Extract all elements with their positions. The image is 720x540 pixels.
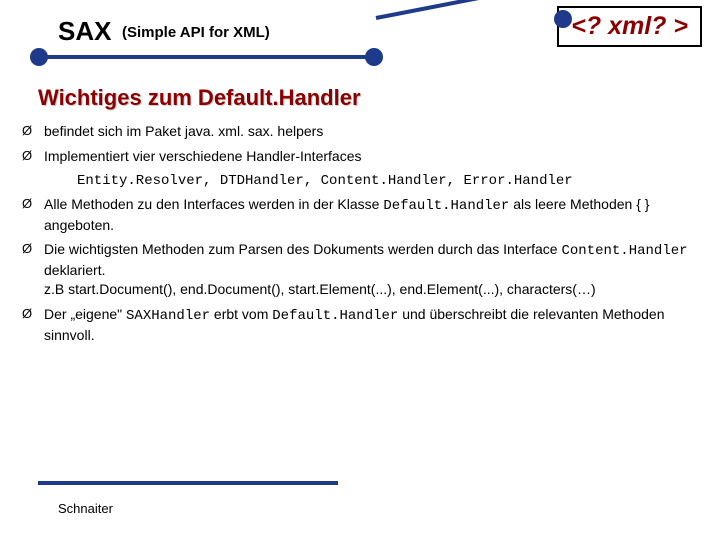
list-item: Ø Alle Methoden zu den Interfaces werden… [22, 195, 702, 235]
bullet-text: befindet sich im Paket java. xml. sax. h… [44, 122, 702, 141]
decor-dot-icon [365, 48, 383, 66]
bullet-icon: Ø [22, 240, 44, 299]
bullet-text: Alle Methoden zu den Interfaces werden i… [44, 195, 702, 235]
list-item: Ø Die wichtigsten Methoden zum Parsen de… [22, 240, 702, 299]
decor-line [38, 481, 338, 485]
text-span: Die wichtigsten Methoden zum Parsen des … [44, 241, 562, 257]
bullet-subtext: Entity.Resolver, DTDHandler, Content.Han… [77, 172, 702, 191]
decor-dot-icon [554, 10, 572, 28]
title-sub: (Simple API for XML) [122, 24, 270, 41]
slide-body: Ø befindet sich im Paket java. xml. sax.… [22, 122, 702, 351]
bullet-icon: Ø [22, 147, 44, 166]
code-span: Default.Handler [383, 198, 509, 214]
slide-header: SAX (Simple API for XML) <? xml? > [0, 0, 720, 75]
bullet-icon: Ø [22, 195, 44, 235]
text-span: erbt vom [210, 306, 272, 322]
text-span: z.B start.Document(), end.Document(), st… [44, 281, 596, 297]
bullet-icon: Ø [22, 122, 44, 141]
bullet-text: Implementiert vier verschiedene Handler-… [44, 147, 702, 166]
xml-badge: <? xml? > [557, 6, 702, 47]
list-item: Ø befindet sich im Paket java. xml. sax.… [22, 122, 702, 141]
bullet-text: Der „eigene" SAXHandler erbt vom Default… [44, 305, 702, 345]
text-span: deklariert. [44, 262, 105, 278]
text-span: Der „eigene" [44, 306, 126, 322]
footer-author: Schnaiter [58, 501, 113, 516]
bullet-text: Die wichtigsten Methoden zum Parsen des … [44, 240, 702, 299]
text-span: Alle Methoden zu den Interfaces werden i… [44, 196, 383, 212]
decor-line [376, 0, 568, 20]
list-item: Ø Implementiert vier verschiedene Handle… [22, 147, 702, 166]
code-span: Content.Handler [562, 243, 688, 259]
code-span: Default.Handler [272, 308, 398, 324]
bullet-icon: Ø [22, 305, 44, 345]
title-main: SAX [58, 16, 111, 47]
slide-subtitle: Wichtiges zum Default.Handler [38, 85, 361, 111]
list-item: Ø Der „eigene" SAXHandler erbt vom Defau… [22, 305, 702, 345]
decor-line [38, 55, 373, 59]
code-span: SAXHandler [126, 308, 210, 324]
